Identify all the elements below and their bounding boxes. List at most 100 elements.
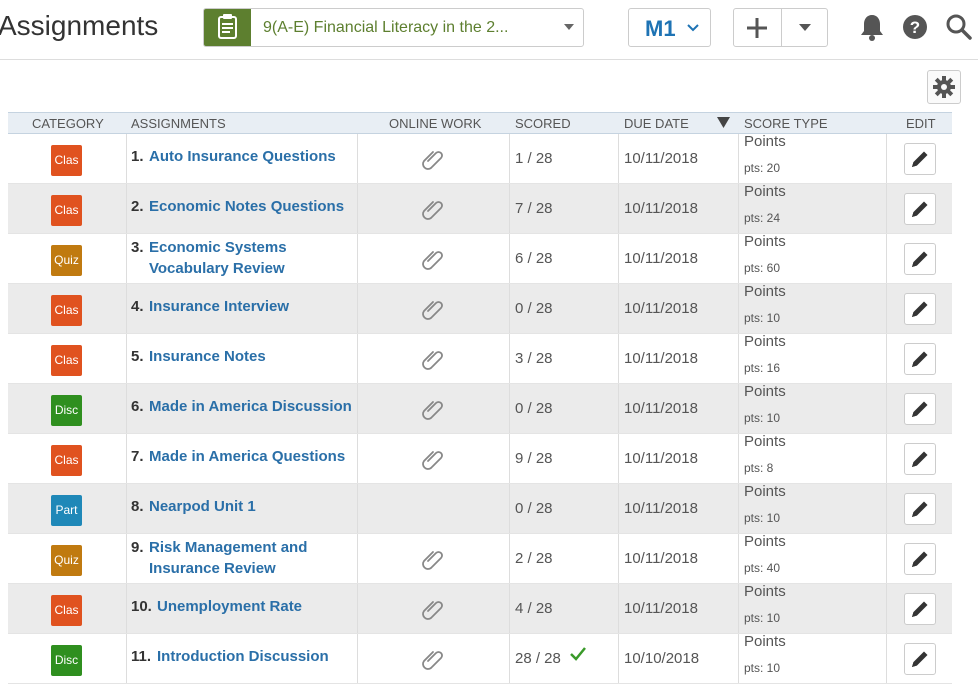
- chevron-down-icon[interactable]: [799, 24, 811, 31]
- assignment-link[interactable]: Introduction Discussion: [157, 646, 362, 667]
- attachment-icon[interactable]: [420, 446, 446, 477]
- category-badge: Quiz: [51, 545, 82, 576]
- edit-button[interactable]: [904, 393, 936, 425]
- assignment-number: 11.: [131, 648, 152, 665]
- divider: [738, 284, 739, 333]
- attachment-icon[interactable]: [420, 196, 446, 227]
- divider: [357, 234, 358, 283]
- attachment-icon[interactable]: [420, 246, 446, 277]
- table-row: Clas 7. Made in America Questions 9 / 28 10/…: [8, 433, 952, 484]
- bell-icon[interactable]: [857, 12, 887, 42]
- edit-button[interactable]: [904, 543, 936, 575]
- points-value: pts: 16: [744, 361, 781, 375]
- plus-icon[interactable]: [745, 16, 769, 40]
- divider: [738, 234, 739, 283]
- pencil-icon: [905, 451, 935, 478]
- table-header: CATEGORY ASSIGNMENTS ONLINE WORK SCORED …: [8, 112, 952, 134]
- assignment-link[interactable]: Nearpod Unit 1: [149, 496, 354, 517]
- pencil-icon: [905, 301, 935, 328]
- divider: [738, 334, 739, 383]
- assignment-link[interactable]: Made in America Discussion: [149, 396, 354, 417]
- table-row: Clas 10. Unemployment Rate 4 / 28 10/11/2018…: [8, 583, 952, 634]
- sort-desc-icon[interactable]: [717, 117, 730, 128]
- category-badge: Clas: [51, 595, 82, 626]
- divider: [126, 584, 127, 633]
- score-type: Points: [744, 583, 786, 600]
- table-row: Quiz 3. Economic Systems Vocabulary Review…: [8, 233, 952, 284]
- divider: [126, 534, 127, 583]
- divider: [618, 334, 619, 383]
- divider: [886, 234, 887, 283]
- pencil-icon: [905, 651, 935, 678]
- assignment-link[interactable]: Insurance Interview: [149, 296, 354, 317]
- score-type: Points: [744, 383, 786, 400]
- divider: [126, 134, 127, 183]
- edit-button[interactable]: [904, 193, 936, 225]
- divider: [357, 534, 358, 583]
- table-row: Part 8. Nearpod Unit 1 0 / 28 10/11/2018 Poin…: [8, 483, 952, 534]
- edit-button[interactable]: [904, 593, 936, 625]
- attachment-icon[interactable]: [420, 296, 446, 327]
- assignment-link[interactable]: Auto Insurance Questions: [149, 146, 354, 167]
- divider: [357, 334, 358, 383]
- attachment-icon[interactable]: [420, 596, 446, 627]
- divider: [126, 184, 127, 233]
- table-row: Quiz 9. Risk Management and Insurance Revi…: [8, 533, 952, 584]
- divider: [886, 484, 887, 533]
- column-scored[interactable]: SCORED: [515, 116, 571, 131]
- scored-value: 6 / 28: [515, 250, 553, 267]
- column-assignments[interactable]: ASSIGNMENTS: [131, 116, 226, 131]
- scored-value: 9 / 28: [515, 450, 553, 467]
- divider: [509, 184, 510, 233]
- table-row: Disc 11. Introduction Discussion 28 / 28 10/…: [8, 633, 952, 684]
- assignment-link[interactable]: Insurance Notes: [149, 346, 354, 367]
- assignment-link[interactable]: Unemployment Rate: [157, 596, 362, 617]
- points-value: pts: 10: [744, 311, 781, 325]
- course-selector[interactable]: 9(A-E) Financial Literacy in the 2...: [203, 8, 584, 47]
- attachment-icon[interactable]: [420, 396, 446, 427]
- points-value: pts: 10: [744, 661, 781, 675]
- points-value: pts: 20: [744, 161, 781, 175]
- marking-period-selector[interactable]: M1: [628, 8, 711, 47]
- assignment-link[interactable]: Economic Notes Questions: [149, 196, 354, 217]
- assignment-link[interactable]: Risk Management and Insurance Review: [149, 537, 354, 579]
- column-score-type[interactable]: SCORE TYPE: [744, 116, 828, 131]
- scored-value: 7 / 28: [515, 200, 553, 217]
- edit-button[interactable]: [904, 293, 936, 325]
- due-date: 10/11/2018: [624, 450, 698, 467]
- edit-button[interactable]: [904, 443, 936, 475]
- divider: [738, 384, 739, 433]
- chevron-down-icon: [564, 24, 574, 30]
- column-online-work[interactable]: ONLINE WORK: [389, 116, 481, 131]
- assignment-link[interactable]: Economic Systems Vocabulary Review: [149, 237, 354, 279]
- divider: [509, 134, 510, 183]
- column-due-date[interactable]: DUE DATE: [624, 116, 689, 131]
- score-type: Points: [744, 483, 786, 500]
- assignment-number: 1.: [131, 148, 144, 165]
- pencil-icon: [905, 151, 935, 178]
- divider: [886, 634, 887, 683]
- divider: [738, 584, 739, 633]
- settings-button[interactable]: [927, 70, 961, 104]
- divider: [886, 534, 887, 583]
- page-title: Assignments: [0, 10, 159, 41]
- points-value: pts: 10: [744, 511, 781, 525]
- divider: [509, 334, 510, 383]
- attachment-icon[interactable]: [420, 346, 446, 377]
- scored-value: 1 / 28: [515, 150, 553, 167]
- divider: [618, 234, 619, 283]
- attachment-icon[interactable]: [420, 146, 446, 177]
- edit-button[interactable]: [904, 243, 936, 275]
- edit-button[interactable]: [904, 343, 936, 375]
- assignment-link[interactable]: Made in America Questions: [149, 446, 354, 467]
- edit-button[interactable]: [904, 643, 936, 675]
- edit-button[interactable]: [904, 493, 936, 525]
- help-icon[interactable]: ?: [902, 14, 928, 40]
- pencil-icon: [905, 401, 935, 428]
- search-icon[interactable]: [945, 13, 973, 41]
- divider: [618, 384, 619, 433]
- attachment-icon[interactable]: [420, 546, 446, 577]
- edit-button[interactable]: [904, 143, 936, 175]
- column-category[interactable]: CATEGORY: [32, 116, 104, 131]
- score-type: Points: [744, 633, 786, 650]
